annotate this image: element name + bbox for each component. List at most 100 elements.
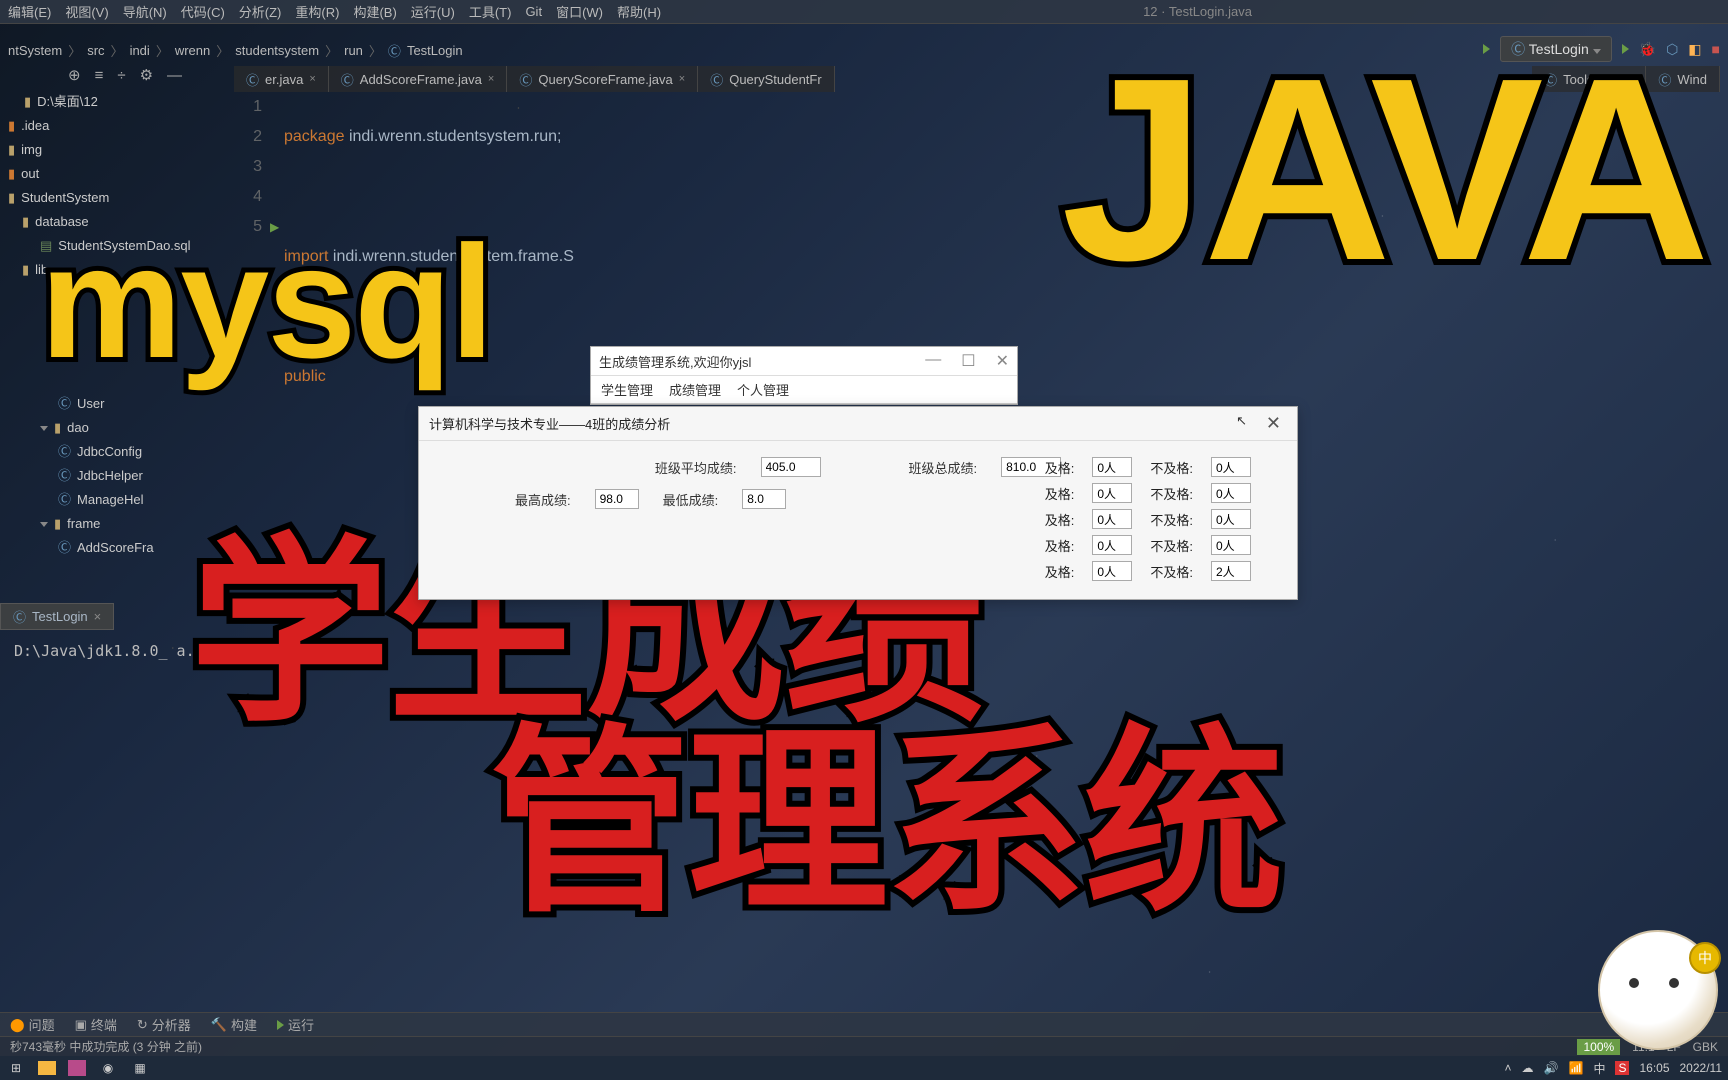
run-tool-tab[interactable]: ⒸTestLogin× <box>0 603 114 630</box>
menu-help[interactable]: 帮助(H) <box>617 2 661 21</box>
app-max-icon[interactable]: ☐ <box>961 351 975 371</box>
tree-jdbcconfig[interactable]: ⒸJdbcConfig <box>4 440 230 464</box>
score-window-title: 计算机科学与技术专业——4班的成绩分析 <box>429 414 670 433</box>
bottom-tool-tabs: ⬤问题 ▣终端 ↻分析器 🔨构建 运行 <box>0 1012 1728 1036</box>
score-analysis-window: 计算机科学与技术专业——4班的成绩分析 ↖ ✕ 班级平均成绩: 班级总成绩: 最… <box>418 406 1298 600</box>
app-menu-personal[interactable]: 个人管理 <box>737 380 789 399</box>
crumb-src[interactable]: src <box>87 43 104 58</box>
menubar: 编辑(E) 视图(V) 导航(N) 代码(C) 分析(Z) 重构(R) 构建(B… <box>0 0 1728 24</box>
tree-user[interactable]: ⒸUser <box>4 392 230 416</box>
min-field[interactable] <box>742 489 786 509</box>
tab-terminal[interactable]: ▣终端 <box>75 1015 117 1034</box>
menu-tools[interactable]: 工具(T) <box>469 2 512 21</box>
app-menu-student[interactable]: 学生管理 <box>601 380 653 399</box>
fail-3[interactable] <box>1211 535 1251 555</box>
window-title: 12 · TestLogin.java <box>1143 4 1252 19</box>
intellij-icon[interactable] <box>68 1060 86 1076</box>
tray-chevron-icon[interactable]: ˄ <box>1505 1061 1512 1075</box>
tree-img[interactable]: ▮img <box>4 138 230 162</box>
breadcrumb: ntSystem〉 src〉 indi〉 wrenn〉 studentsyste… <box>0 36 471 64</box>
crumb-wrenn[interactable]: wrenn <box>175 43 210 58</box>
expand-icon[interactable]: ≡ <box>95 67 104 84</box>
menu-run[interactable]: 运行(U) <box>411 2 455 21</box>
app-title: 生成绩管理系统,欢迎你yjsl <box>599 352 751 371</box>
status-message: 秒743毫秒 中成功完成 (3 分钟 之前) <box>10 1038 202 1055</box>
settings-icon[interactable]: ⚙ <box>140 66 153 84</box>
crumb-class[interactable]: TestLogin <box>407 43 463 58</box>
tab-profiler[interactable]: ↻分析器 <box>137 1015 191 1034</box>
pf-row-1: 及格:不及格: <box>1045 483 1251 503</box>
app-menubar: 学生管理 成绩管理 个人管理 <box>591 376 1017 404</box>
cursor-icon: ↖ <box>1236 413 1247 429</box>
hide-icon[interactable]: — <box>167 67 182 84</box>
avg-field[interactable] <box>761 457 821 477</box>
pass-0[interactable] <box>1092 457 1132 477</box>
tab-3[interactable]: ⒸQueryStudentFr <box>698 66 835 92</box>
total-label: 班级总成绩: <box>909 458 978 477</box>
tab-build[interactable]: 🔨构建 <box>211 1015 257 1034</box>
project-toolbar: ⊕ ≡ ÷ ⚙ — <box>68 66 182 84</box>
pf-row-2: 及格:不及格: <box>1045 509 1251 529</box>
min-label: 最低成绩: <box>663 490 719 509</box>
tray-sound-icon[interactable]: 🔊 <box>1544 1061 1559 1075</box>
menu-code[interactable]: 代码(C) <box>181 2 225 21</box>
fail-1[interactable] <box>1211 483 1251 503</box>
pass-1[interactable] <box>1092 483 1132 503</box>
crumb-module[interactable]: ntSystem <box>8 43 62 58</box>
menu-analyze[interactable]: 分析(Z) <box>239 2 282 21</box>
app-close-icon[interactable]: ✕ <box>996 351 1009 371</box>
tab-run-bottom[interactable]: 运行 <box>277 1015 314 1034</box>
explorer-icon[interactable] <box>38 1061 56 1075</box>
menu-view[interactable]: 视图(V) <box>65 2 108 21</box>
tray-input[interactable]: S <box>1615 1061 1629 1075</box>
pass-2[interactable] <box>1092 509 1132 529</box>
tray-cloud-icon[interactable]: ☁ <box>1522 1061 1534 1075</box>
max-label: 最高成绩: <box>515 490 571 509</box>
tab-1[interactable]: ⒸAddScoreFrame.java× <box>329 66 508 92</box>
tree-root[interactable]: ▮D:\桌面\12 <box>4 90 230 114</box>
menu-window[interactable]: 窗口(W) <box>556 2 603 21</box>
status-battery: 100% <box>1577 1039 1620 1055</box>
obs-icon[interactable]: ◉ <box>98 1059 118 1077</box>
fail-2[interactable] <box>1211 509 1251 529</box>
status-bar: 秒743毫秒 中成功完成 (3 分钟 之前) 100% 11:1 LF GBK <box>0 1036 1728 1056</box>
avg-label: 班级平均成绩: <box>655 458 737 477</box>
tray-time[interactable]: 16:05 <box>1639 1061 1669 1075</box>
crumb-indi[interactable]: indi <box>130 43 150 58</box>
menu-git[interactable]: Git <box>525 4 542 19</box>
status-encoding[interactable]: GBK <box>1693 1040 1718 1054</box>
tab-problems[interactable]: ⬤问题 <box>10 1015 55 1034</box>
tree-out[interactable]: ▮out <box>4 162 230 186</box>
tree-studentsystem[interactable]: ▮StudentSystem <box>4 186 230 210</box>
taskview-icon[interactable]: ⊞ <box>6 1059 26 1077</box>
tray-ime[interactable]: 中 <box>1593 1060 1605 1077</box>
stop-icon[interactable]: ■ <box>1712 41 1720 57</box>
menu-nav[interactable]: 导航(N) <box>123 2 167 21</box>
pass-4[interactable] <box>1092 561 1132 581</box>
tree-dao[interactable]: ▮dao <box>4 416 230 440</box>
score-close-icon[interactable]: ✕ <box>1260 413 1287 434</box>
tray-date: 2022/11 <box>1680 1061 1723 1075</box>
menu-refactor[interactable]: 重构(R) <box>295 2 339 21</box>
overlay-mysql: mysql <box>40 210 492 394</box>
select-target-icon[interactable]: ⊕ <box>68 66 81 84</box>
tab-2[interactable]: ⒸQueryScoreFrame.java× <box>507 66 698 92</box>
app-icon[interactable]: ▦ <box>130 1059 150 1077</box>
windows-taskbar: ⊞ ◉ ▦ ˄ ☁ 🔊 📶 中 S 16:05 2022/11 <box>0 1056 1728 1080</box>
mascot-badge: 中 <box>1689 942 1721 974</box>
tray-wifi-icon[interactable]: 📶 <box>1568 1061 1583 1075</box>
fail-0[interactable] <box>1211 457 1251 477</box>
pass-3[interactable] <box>1092 535 1132 555</box>
menu-edit[interactable]: 编辑(E) <box>8 2 51 21</box>
max-field[interactable] <box>595 489 639 509</box>
collapse-icon[interactable]: ÷ <box>117 67 125 84</box>
crumb-run[interactable]: run <box>344 43 363 58</box>
crumb-pkg[interactable]: studentsystem <box>235 43 319 58</box>
app-menu-score[interactable]: 成绩管理 <box>669 380 721 399</box>
menu-build[interactable]: 构建(B) <box>353 2 396 21</box>
tab-0[interactable]: Ⓒer.java× <box>234 66 329 92</box>
tree-idea[interactable]: ▮.idea <box>4 114 230 138</box>
app-min-icon[interactable]: — <box>925 351 941 371</box>
fail-4[interactable] <box>1211 561 1251 581</box>
overlay-cn-line2: 管理系统 <box>490 660 1282 950</box>
